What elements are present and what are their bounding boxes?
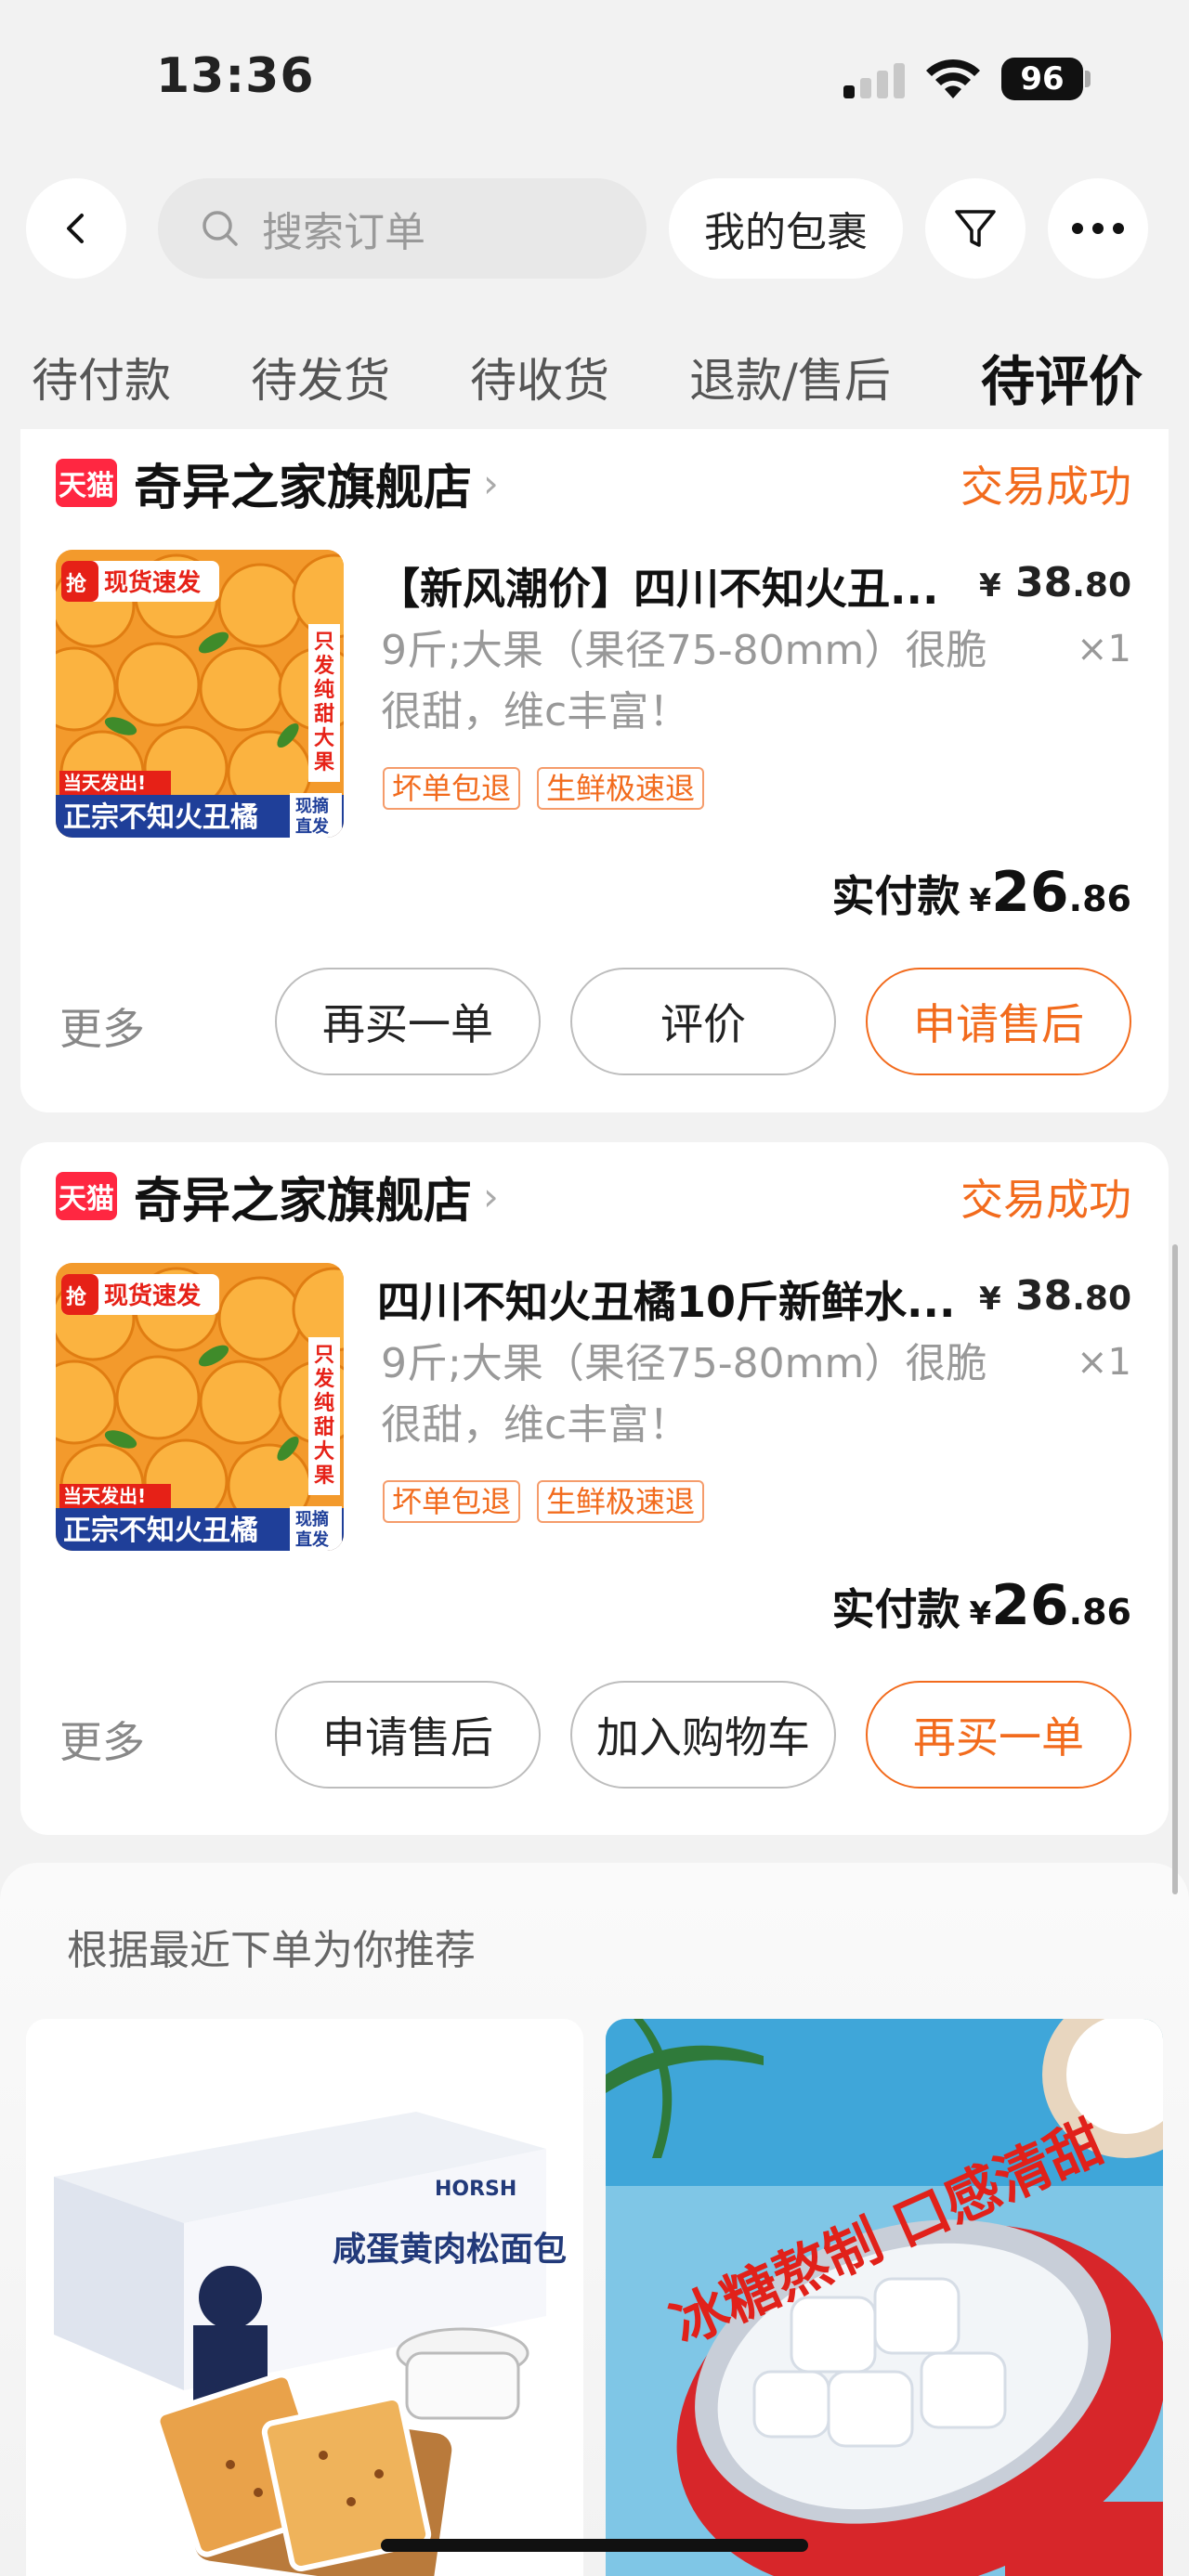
thumb-ribbon: 当天发出! [63, 772, 146, 794]
service-tags: 坏单包退 生鲜极速退 [383, 767, 705, 810]
back-button[interactable] [26, 178, 126, 279]
search-input[interactable]: 搜索订单 [158, 178, 647, 279]
thumb-text-grab: 抢 [66, 1285, 87, 1309]
price-integer: 38 [1014, 559, 1073, 606]
chevron-right-icon: › [483, 1173, 499, 1219]
price-cents: .80 [1072, 1280, 1131, 1318]
bread-box-image: 咸蛋黄肉松面包 HORSH [26, 2019, 583, 2576]
service-tag: 生鲜极速退 [537, 767, 705, 810]
recommendations-section: 根据最近下单为你推荐 咸蛋黄肉松面包 HORSH 冰糖熬制 口感清甜 [0, 1863, 1189, 2576]
currency-symbol: ¥ [978, 567, 1001, 605]
service-tag: 坏单包退 [383, 1480, 521, 1523]
paid-integer: 26 [991, 1573, 1069, 1638]
order-status: 交易成功 [960, 462, 1131, 512]
recommendations-title: 根据最近下单为你推荐 [67, 1927, 476, 1974]
after-sales-button[interactable]: 申请售后 [275, 1681, 541, 1789]
search-icon [203, 211, 238, 246]
review-button[interactable]: 评价 [570, 968, 836, 1075]
clock: 13:36 [156, 48, 315, 104]
recommended-product-card[interactable]: 咸蛋黄肉松面包 HORSH [26, 2019, 583, 2576]
paid-integer: 26 [991, 860, 1069, 925]
product-brand-text: HORSH [435, 2178, 516, 2201]
more-options-button[interactable] [1048, 178, 1148, 279]
coconut-drink-image: 冰糖熬制 口感清甜 [606, 2019, 1163, 2576]
filter-icon [955, 210, 996, 247]
shop-name: 奇异之家旗舰店 [134, 1173, 473, 1229]
filter-button[interactable] [925, 178, 1026, 279]
recommended-product-card[interactable]: 冰糖熬制 口感清甜 [606, 2019, 1163, 2576]
buy-again-button[interactable]: 再买一单 [275, 968, 541, 1075]
product-title[interactable]: 四川不知火丑橘10斤新鲜水... [377, 1268, 972, 1330]
product-sku: 9斤;大果（果径75-80mm）很脆很甜，维c丰富！ [381, 1340, 987, 1449]
chevron-left-icon [67, 214, 84, 243]
service-tag: 坏单包退 [383, 767, 521, 810]
paid-amount: 实付款 ¥ 26 .86 [832, 860, 1132, 925]
product-image-text: 咸蛋黄肉松面包 [333, 2231, 567, 2269]
order-card[interactable]: 天猫 奇异之家旗舰店 › 交易成功 抢 现货速发 只发纯甜大果 当天发出! 正宗… [20, 1142, 1169, 1835]
status-bar: 13:36 96 [0, 0, 1189, 158]
battery-indicator: 96 [1001, 58, 1083, 100]
search-row: 搜索订单 我的包裹 [0, 178, 1189, 282]
thumb-text-top: 现货速发 [104, 1281, 201, 1310]
thumb-text-bottom: 正宗不知火丑橘 [63, 1515, 258, 1547]
thumb-text-side: 只发纯甜大果 [313, 1344, 335, 1488]
my-packages-button[interactable]: 我的包裹 [669, 178, 903, 279]
price-integer: 38 [1014, 1272, 1073, 1320]
more-link[interactable]: 更多 [59, 995, 145, 1057]
more-link[interactable]: 更多 [59, 1709, 145, 1770]
orange-fruit-image: 抢 现货速发 只发纯甜大果 当天发出! 正宗不知火丑橘 现摘直发 [56, 1263, 344, 1551]
search-placeholder: 搜索订单 [262, 209, 425, 256]
shop-name: 奇异之家旗舰店 [134, 460, 473, 516]
order-card[interactable]: 天猫 奇异之家旗舰店 › 交易成功 抢 现货速发 只发纯甜大果 当天发出! 正宗… [20, 429, 1169, 1112]
service-tags: 坏单包退 生鲜极速退 [383, 1480, 705, 1523]
after-sales-button[interactable]: 申请售后 [866, 968, 1131, 1075]
thumb-text-side: 只发纯甜大果 [313, 631, 335, 774]
tmall-badge: 天猫 [56, 459, 117, 507]
tab-pending-shipment[interactable]: 待发货 [251, 344, 390, 410]
service-tag: 生鲜极速退 [537, 1480, 705, 1523]
currency-symbol: ¥ [969, 1595, 992, 1633]
thumb-text-bottom: 正宗不知火丑橘 [63, 801, 258, 834]
tab-pending-payment[interactable]: 待付款 [32, 344, 171, 410]
order-actions: 更多 申请售后 加入购物车 再买一单 [20, 1681, 1169, 1789]
add-to-cart-button[interactable]: 加入购物车 [570, 1681, 836, 1789]
thumb-ribbon: 当天发出! [63, 1485, 146, 1507]
currency-symbol: ¥ [978, 1281, 1001, 1318]
thumb-text-grab: 抢 [66, 572, 87, 596]
product-sku: 9斤;大果（果径75-80mm）很脆很甜，维c丰富！ [381, 627, 987, 735]
order-actions: 更多 再买一单 评价 申请售后 [20, 968, 1169, 1075]
unit-price: ¥ 38.80 [979, 559, 1131, 606]
quantity: ×1 [1077, 628, 1131, 670]
order-status: 交易成功 [960, 1175, 1131, 1225]
paid-label: 实付款 [831, 871, 960, 921]
paid-cents: .86 [1068, 1592, 1131, 1633]
chevron-right-icon: › [483, 460, 499, 506]
shop-header[interactable]: 天猫 奇异之家旗舰店 › [56, 1159, 499, 1233]
currency-symbol: ¥ [969, 882, 992, 919]
scrollbar[interactable] [1172, 1244, 1178, 1894]
product-image[interactable]: 抢 现货速发 只发纯甜大果 当天发出! 正宗不知火丑橘 现摘直发 [56, 1263, 344, 1551]
product-title[interactable]: 【新风潮价】四川不知火丑... [377, 555, 972, 617]
home-indicator[interactable] [381, 2539, 808, 2552]
wifi-icon [926, 59, 980, 98]
product-image[interactable]: 抢 现货速发 只发纯甜大果 当天发出! 正宗不知火丑橘 现摘直发 [56, 550, 344, 838]
tab-pending-review[interactable]: 待评价 [981, 338, 1143, 416]
order-status-tabs: 待付款 待发货 待收货 退款/售后 待评价 [0, 344, 1189, 418]
tab-refund-aftersale[interactable]: 退款/售后 [689, 344, 891, 410]
price-cents: .80 [1072, 566, 1131, 605]
orange-fruit-image: 抢 现货速发 只发纯甜大果 当天发出! 正宗不知火丑橘 现摘直发 [56, 550, 344, 838]
thumb-text-top: 现货速发 [104, 568, 201, 597]
tab-pending-receipt[interactable]: 待收货 [470, 344, 609, 410]
paid-amount: 实付款 ¥ 26 .86 [832, 1573, 1132, 1638]
ellipsis-icon [1072, 223, 1124, 234]
buy-again-button[interactable]: 再买一单 [866, 1681, 1131, 1789]
battery-tip [1085, 71, 1091, 87]
quantity: ×1 [1077, 1341, 1131, 1384]
shop-header[interactable]: 天猫 奇异之家旗舰店 › [56, 446, 499, 520]
paid-cents: .86 [1068, 878, 1131, 919]
tmall-badge: 天猫 [56, 1172, 117, 1220]
unit-price: ¥ 38.80 [979, 1272, 1131, 1320]
cellular-signal-icon [843, 61, 907, 98]
paid-label: 实付款 [831, 1584, 960, 1634]
